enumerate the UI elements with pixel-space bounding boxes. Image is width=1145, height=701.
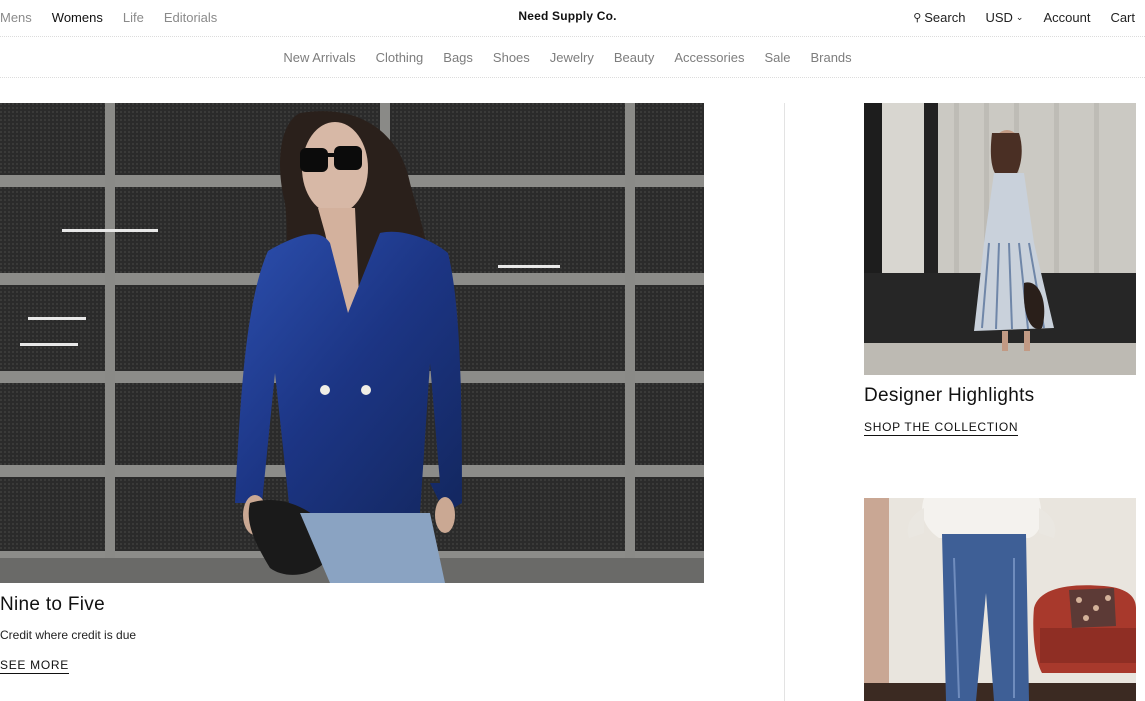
- category-accessories[interactable]: Accessories: [674, 50, 744, 65]
- category-nav: New Arrivals Clothing Bags Shoes Jewelry…: [0, 37, 1145, 65]
- utility-nav: ⚲ Search USD ⌄ Account Cart: [913, 10, 1135, 25]
- designer-highlights-title[interactable]: Designer Highlights: [864, 385, 1034, 407]
- designer-highlights-image[interactable]: [864, 103, 1136, 375]
- category-sale[interactable]: Sale: [764, 50, 790, 65]
- category-clothing[interactable]: Clothing: [376, 50, 424, 65]
- hero-image[interactable]: [0, 103, 704, 583]
- search-label: Search: [924, 10, 966, 25]
- chevron-down-icon: ⌄: [1015, 12, 1024, 22]
- denim-feature-image[interactable]: [864, 498, 1136, 701]
- hero-photo: [0, 103, 704, 583]
- denim-feature-photo: [864, 498, 1136, 701]
- column-divider: [784, 103, 785, 701]
- top-bar: Mens Womens Life Editorials Need Supply …: [0, 0, 1145, 37]
- currency-label: USD: [985, 10, 1013, 25]
- category-new-arrivals[interactable]: New Arrivals: [283, 50, 355, 65]
- search-button[interactable]: ⚲ Search: [913, 10, 965, 25]
- hero-title[interactable]: Nine to Five: [0, 594, 105, 616]
- category-beauty[interactable]: Beauty: [614, 50, 654, 65]
- category-bags[interactable]: Bags: [443, 50, 473, 65]
- see-more-link[interactable]: SEE MORE: [0, 658, 69, 674]
- category-shoes[interactable]: Shoes: [493, 50, 530, 65]
- category-bar: New Arrivals Clothing Bags Shoes Jewelry…: [0, 37, 1145, 78]
- account-link[interactable]: Account: [1043, 10, 1090, 25]
- search-icon: ⚲: [913, 12, 922, 24]
- shop-collection-link[interactable]: SHOP THE COLLECTION: [864, 420, 1019, 436]
- category-brands[interactable]: Brands: [810, 50, 851, 65]
- currency-selector[interactable]: USD ⌄: [985, 10, 1023, 25]
- hero-subtitle: Credit where credit is due: [0, 628, 137, 642]
- cart-link[interactable]: Cart: [1110, 10, 1135, 25]
- category-jewelry[interactable]: Jewelry: [550, 50, 594, 65]
- designer-highlights-photo: [864, 103, 1136, 375]
